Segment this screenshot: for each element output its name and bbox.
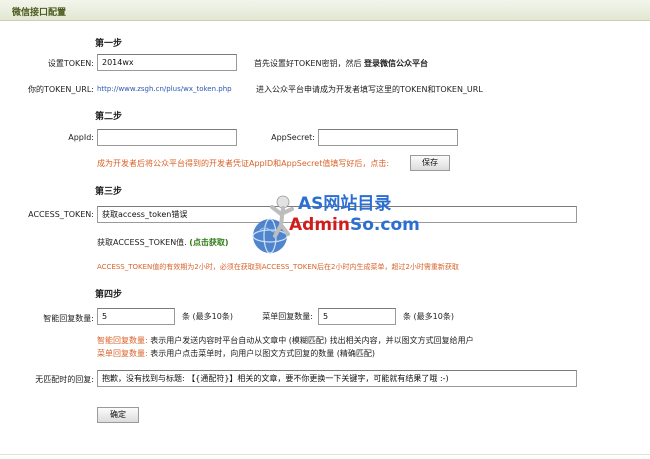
step1-heading: 第一步: [95, 39, 123, 49]
access-token-get: 获取ACCESS_TOKEN值. (点击获取): [97, 237, 229, 248]
access-token-label: ACCESS_TOKEN:: [28, 210, 94, 219]
token-url-label: 你的TOKEN_URL:: [27, 85, 94, 94]
appsecret-input[interactable]: [318, 129, 458, 146]
access-token-get-link[interactable]: (点击获取): [189, 238, 228, 247]
token-label: 设置TOKEN:: [47, 59, 94, 68]
watermark-line2-admin: Admin: [289, 215, 350, 235]
no-match-input[interactable]: [97, 370, 577, 387]
save-button[interactable]: 保存: [410, 155, 450, 171]
step2-hint: 成为开发者后将公众平台得到的开发者凭证AppID和AppSecret值填写好后，…: [97, 159, 390, 168]
menu-reply-desc-text: 表示用户点击菜单时，向用户以图文方式回复的数量 (精确匹配): [150, 349, 376, 358]
menu-reply-desc: 菜单回复数量: 表示用户点击菜单时，向用户以图文方式回复的数量 (精确匹配): [97, 348, 375, 359]
smart-reply-label: 智能回复数量:: [43, 314, 94, 323]
token-input[interactable]: [97, 54, 237, 71]
access-token-get-text: 获取ACCESS_TOKEN值.: [97, 238, 187, 247]
smart-reply-desc-text: 表示用户发送内容时平台自动从文章中 (模糊匹配) 找出相关内容，并以图文方式回复…: [150, 336, 474, 345]
watermark-logo: AS网站目录 AdminSo.com: [250, 188, 420, 268]
smart-reply-input[interactable]: [97, 308, 175, 325]
appid-input[interactable]: [97, 129, 237, 146]
smart-reply-desc: 智能回复数量: 表示用户发送内容时平台自动从文章中 (模糊匹配) 找出相关内容，…: [97, 335, 474, 346]
submit-button[interactable]: 确定: [97, 407, 139, 423]
no-match-label: 无匹配时的回复:: [35, 375, 94, 384]
appsecret-label: AppSecret:: [271, 133, 315, 142]
step2-heading: 第二步: [95, 112, 123, 122]
menu-reply-desc-key: 菜单回复数量:: [97, 349, 148, 358]
watermark-line2: AdminSo.com: [289, 215, 420, 235]
smart-reply-desc-key: 智能回复数量:: [97, 336, 148, 345]
panel-header: 微信接口配置: [0, 0, 650, 21]
watermark-line1: AS网站目录: [298, 194, 392, 214]
menu-reply-input[interactable]: [318, 308, 396, 325]
token-url-hint: 进入公众平台申请成为开发者填写这里的TOKEN和TOKEN_URL: [256, 85, 483, 94]
bottom-divider: [0, 454, 650, 455]
step3-heading: 第三步: [95, 187, 123, 197]
token-url-value: http://www.zsgh.cn/plus/wx_token.php: [97, 85, 232, 93]
token-hint: 首先设置好TOKEN密钥，然后 登录微信公众平台: [254, 58, 428, 69]
appid-label: AppId:: [68, 133, 94, 142]
step4-heading: 第四步: [95, 290, 123, 300]
token-hint-text: 首先设置好TOKEN密钥，然后: [254, 59, 362, 68]
page-title: 微信接口配置: [12, 8, 67, 18]
watermark-line2-so: So.com: [349, 215, 420, 235]
menu-reply-label: 菜单回复数量:: [262, 312, 313, 321]
smart-reply-unit: 条 (最多10条): [182, 312, 233, 321]
menu-reply-unit: 条 (最多10条): [403, 312, 454, 321]
token-hint-platform: 登录微信公众平台: [364, 59, 429, 68]
